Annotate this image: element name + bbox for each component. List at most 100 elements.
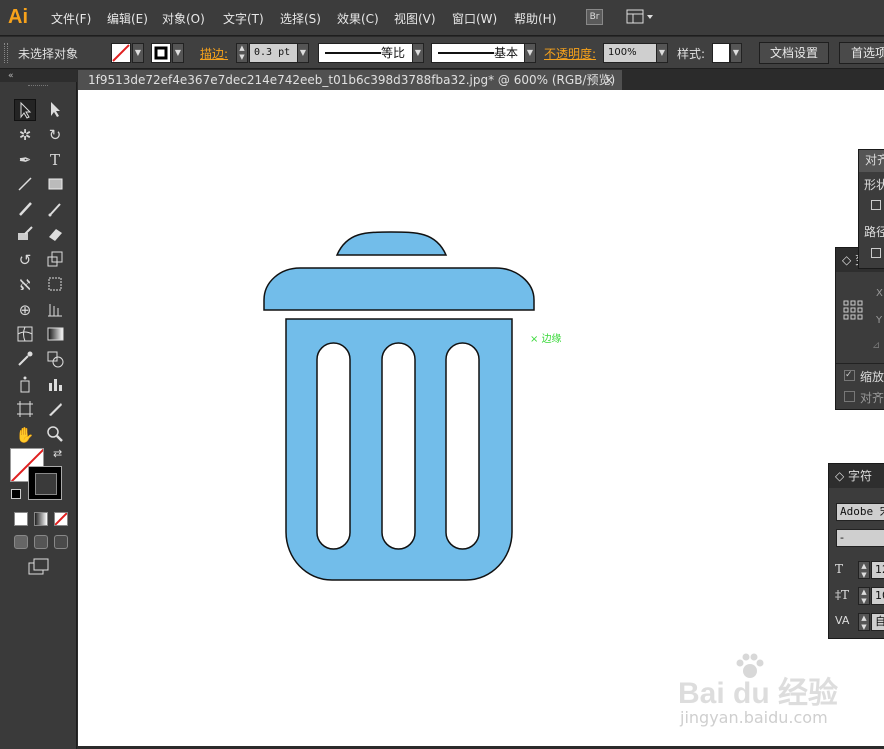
stroke-color-swatch[interactable] xyxy=(151,43,171,63)
opacity-field[interactable]: 100% xyxy=(603,43,659,63)
opacity-label[interactable]: 不透明度: xyxy=(544,45,596,62)
control-bar: 未选择对象 ▼ ▼ 描边: ▲ ▼ 0.3 pt ▼ 等比 ▼ 基本 ▼ 不透明度… xyxy=(0,37,884,69)
selection-status: 未选择对象 xyxy=(18,47,79,61)
mesh-tool-icon[interactable] xyxy=(14,324,36,346)
brush-preview xyxy=(438,52,494,54)
scale-tool-icon[interactable] xyxy=(44,249,66,271)
zoom-tool-icon[interactable] xyxy=(44,424,66,446)
profile-dropdown[interactable]: ▼ xyxy=(412,43,424,63)
align-path-icon[interactable] xyxy=(871,248,881,258)
eraser-tool-icon[interactable] xyxy=(44,224,66,246)
document-tab[interactable]: 1f9513de72ef4e367e7dec214e742eeb_t01b6c3… xyxy=(78,70,622,90)
blend-tool-icon[interactable] xyxy=(44,349,66,371)
fill-dropdown[interactable]: ▼ xyxy=(132,43,144,63)
blob-brush-tool-icon[interactable] xyxy=(14,224,36,246)
kerning-stepper[interactable]: ▲ ▼ xyxy=(858,613,870,631)
reference-point-icon[interactable] xyxy=(843,300,863,323)
preferences-button[interactable]: 首选项 xyxy=(839,42,884,64)
kerning-field[interactable]: 自 xyxy=(871,613,884,631)
draw-normal-icon[interactable] xyxy=(14,535,28,549)
character-panel-tab[interactable]: ◇ 字符 xyxy=(829,464,884,488)
variable-width-profile[interactable]: 等比 xyxy=(318,43,414,63)
hand-tool-icon[interactable]: ✋ xyxy=(14,424,36,446)
menu-edit[interactable]: 编辑(E) xyxy=(107,10,148,27)
graphic-style-swatch[interactable] xyxy=(712,43,730,63)
swap-fill-stroke-icon[interactable]: ⇄ xyxy=(53,447,62,460)
leading-field[interactable]: 10 xyxy=(871,587,884,605)
kerning-icon: VA xyxy=(835,614,850,627)
magic-wand-tool-icon[interactable]: ✲ xyxy=(14,124,36,146)
rectangle-tool-icon[interactable] xyxy=(44,174,66,196)
workspace-switcher-button[interactable] xyxy=(626,9,656,25)
align-panel-tab[interactable]: 对齐 xyxy=(859,150,884,172)
gradient-mode-icon[interactable] xyxy=(34,512,48,526)
brush-dropdown[interactable]: ▼ xyxy=(524,43,536,63)
font-size-stepper[interactable]: ▲ ▼ xyxy=(858,561,870,579)
type-tool-icon[interactable]: T xyxy=(44,149,66,171)
gradient-tool-icon[interactable] xyxy=(44,324,66,346)
free-transform-tool-icon[interactable] xyxy=(44,274,66,296)
menu-select[interactable]: 选择(S) xyxy=(280,10,321,27)
menu-effect[interactable]: 效果(C) xyxy=(337,10,379,27)
menu-object[interactable]: 对象(O) xyxy=(162,10,205,27)
screen-mode-icon[interactable] xyxy=(28,558,50,579)
toolbox-collapse-icon[interactable]: « xyxy=(0,70,77,82)
close-icon[interactable]: × xyxy=(604,70,614,90)
leading-stepper[interactable]: ▲ ▼ xyxy=(858,587,870,605)
stroke-dropdown[interactable]: ▼ xyxy=(172,43,184,63)
opacity-dropdown[interactable]: ▼ xyxy=(656,43,668,63)
line-segment-tool-icon[interactable] xyxy=(14,174,36,196)
lasso-tool-icon[interactable]: ↻ xyxy=(44,124,66,146)
symbol-sprayer-tool-icon[interactable] xyxy=(14,374,36,396)
none-mode-icon[interactable] xyxy=(54,512,68,526)
trash-can-artwork[interactable] xyxy=(78,90,884,746)
scale-strokes-label: 缩放 xyxy=(860,370,884,384)
font-family-field[interactable]: Adobe 宋 xyxy=(836,503,884,521)
profile-preview xyxy=(325,52,381,54)
column-graph-tool-icon[interactable] xyxy=(44,374,66,396)
draw-inside-icon[interactable] xyxy=(54,535,68,549)
stroke-label[interactable]: 描边: xyxy=(200,45,228,62)
draw-behind-icon[interactable] xyxy=(34,535,48,549)
font-style-field[interactable]: - xyxy=(836,529,884,547)
width-tool-icon[interactable]: ℵ xyxy=(14,274,36,296)
align-pixel-grid-checkbox[interactable] xyxy=(844,391,855,402)
stroke-swatch[interactable] xyxy=(28,466,62,500)
font-size-field[interactable]: 12 xyxy=(871,561,884,579)
artboard-canvas[interactable] xyxy=(78,90,884,746)
stroke-weight-dropdown[interactable]: ▼ xyxy=(297,43,309,63)
brush-definition[interactable]: 基本 xyxy=(431,43,527,63)
menu-window[interactable]: 窗口(W) xyxy=(452,10,497,27)
menu-type[interactable]: 文字(T) xyxy=(223,10,264,27)
align-pixel-grid-label: 对齐 xyxy=(860,391,884,405)
align-shape-icon[interactable] xyxy=(871,200,881,210)
document-setup-button[interactable]: 文档设置 xyxy=(759,42,829,64)
scale-strokes-checkbox[interactable]: ✓ xyxy=(844,370,855,381)
default-colors-icon[interactable] xyxy=(11,489,21,499)
bridge-button[interactable]: Br xyxy=(586,9,603,25)
rotate-tool-icon[interactable]: ↺ xyxy=(14,249,36,271)
trash-slot-left xyxy=(316,342,351,550)
paintbrush-tool-icon[interactable] xyxy=(14,199,36,221)
artboard-tool-icon[interactable] xyxy=(14,399,36,421)
pencil-tool-icon[interactable] xyxy=(44,199,66,221)
fill-color-swatch[interactable] xyxy=(111,43,131,63)
stroke-weight-stepper[interactable]: ▲ ▼ xyxy=(236,43,248,63)
menu-file[interactable]: 文件(F) xyxy=(51,10,91,27)
slice-tool-icon[interactable] xyxy=(44,399,66,421)
menu-help[interactable]: 帮助(H) xyxy=(514,10,556,27)
color-mode-icon[interactable] xyxy=(14,512,28,526)
smart-guide-label: × 边缘 xyxy=(530,334,562,345)
direct-selection-tool-icon[interactable] xyxy=(44,99,66,121)
menu-view[interactable]: 视图(V) xyxy=(394,10,436,27)
selection-tool-icon[interactable] xyxy=(14,99,36,121)
style-dropdown[interactable]: ▼ xyxy=(730,43,742,63)
eyedropper-tool-icon[interactable] xyxy=(14,349,36,371)
workspace-layout-icon xyxy=(626,9,653,24)
shape-builder-tool-icon[interactable]: ⊕ xyxy=(14,299,36,321)
perspective-grid-tool-icon[interactable] xyxy=(44,299,66,321)
document-tab-title: 1f9513de72ef4e367e7dec214e742eeb_t01b6c3… xyxy=(88,73,616,87)
pen-tool-icon[interactable]: ✒ xyxy=(14,149,36,171)
grip-handle[interactable] xyxy=(4,43,8,63)
toolbox-grip[interactable] xyxy=(28,85,48,86)
